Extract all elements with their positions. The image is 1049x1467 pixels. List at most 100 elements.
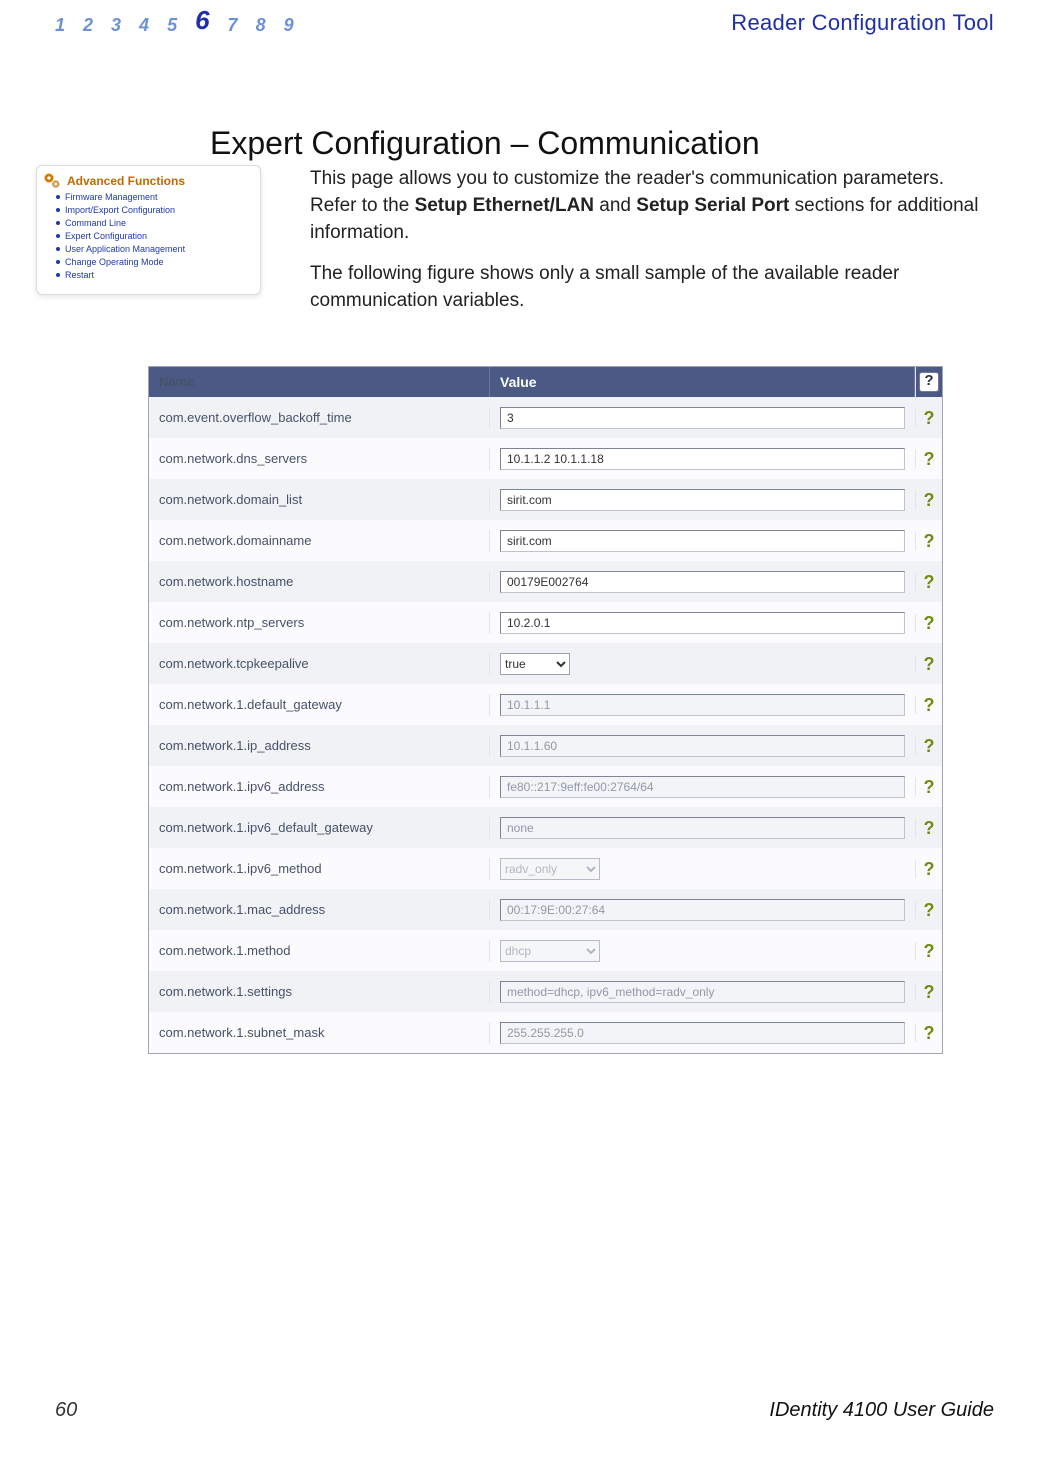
table-row: com.network.dns_servers? [149, 438, 942, 479]
table-row: com.network.1.default_gateway? [149, 684, 942, 725]
footer-guide: IDentity 4100 User Guide [769, 1399, 994, 1422]
chapter-tab-5[interactable]: 5 [167, 15, 177, 36]
chapter-tab-2[interactable]: 2 [83, 15, 93, 36]
table-row: com.network.1.ipv6_default_gateway? [149, 807, 942, 848]
help-icon[interactable]: ? [924, 655, 935, 673]
table-row: com.network.tcpkeepalive true? [149, 643, 942, 684]
param-name: com.network.1.ipv6_address [149, 779, 489, 794]
chapter-tab-3[interactable]: 3 [111, 15, 121, 36]
help-icon[interactable]: ? [924, 942, 935, 960]
param-input[interactable] [500, 612, 905, 634]
sidebar-item[interactable]: Import/Export Configuration [67, 204, 250, 217]
table-row: com.network.domainname? [149, 520, 942, 561]
table-row: com.network.1.ipv6_address? [149, 766, 942, 807]
table-row: com.network.ntp_servers? [149, 602, 942, 643]
table-row: com.event.overflow_backoff_time? [149, 397, 942, 438]
param-input: radv_only [500, 858, 600, 880]
param-input[interactable] [500, 448, 905, 470]
param-name: com.network.1.subnet_mask [149, 1025, 489, 1040]
chapter-tab-9[interactable]: 9 [284, 15, 294, 36]
help-icon[interactable]: ? [924, 696, 935, 714]
param-input [500, 694, 905, 716]
advanced-functions-panel: Advanced Functions Firmware ManagementIm… [36, 165, 261, 295]
intro-bold-1: Setup Ethernet/LAN [415, 195, 594, 216]
param-name: com.event.overflow_backoff_time [149, 410, 489, 425]
param-input: dhcp [500, 940, 600, 962]
help-icon[interactable]: ? [924, 778, 935, 796]
intro-p1b: and [594, 195, 636, 216]
sidebar-item[interactable]: User Application Management [67, 243, 250, 256]
document-title: Reader Configuration Tool [731, 10, 994, 36]
sidebar-item[interactable]: Restart [67, 269, 250, 282]
param-input[interactable] [500, 571, 905, 593]
page-number: 60 [55, 1399, 77, 1422]
table-row: com.network.1.settings? [149, 971, 942, 1012]
table-row: com.network.domain_list? [149, 479, 942, 520]
header-name: Name [149, 367, 489, 397]
chapter-tab-4[interactable]: 4 [139, 15, 149, 36]
guide-prefix: ID [769, 1399, 789, 1421]
sidebar-item[interactable]: Change Operating Mode [67, 256, 250, 269]
table-row: com.network.hostname? [149, 561, 942, 602]
param-input[interactable] [500, 407, 905, 429]
table-header: Name Value ? [149, 367, 942, 397]
chapter-tab-6[interactable]: 6 [195, 5, 209, 36]
param-input [500, 776, 905, 798]
help-icon[interactable]: ? [924, 901, 935, 919]
config-table: Name Value ? com.event.overflow_backoff_… [148, 366, 943, 1054]
section-heading: Expert Configuration – Communication [210, 125, 760, 162]
help-icon[interactable]: ? [924, 1024, 935, 1042]
table-row: com.network.1.ipv6_method radv_only? [149, 848, 942, 889]
param-name: com.network.dns_servers [149, 451, 489, 466]
help-icon[interactable]: ? [924, 737, 935, 755]
guide-em: entity [789, 1399, 837, 1421]
help-icon[interactable]: ? [924, 860, 935, 878]
param-name: com.network.1.ipv6_method [149, 861, 489, 876]
param-name: com.network.hostname [149, 574, 489, 589]
help-all-icon[interactable]: ? [919, 372, 939, 392]
param-input[interactable] [500, 489, 905, 511]
param-input [500, 735, 905, 757]
param-name: com.network.1.ipv6_default_gateway [149, 820, 489, 835]
intro-p2: The following figure shows only a small … [310, 263, 899, 311]
param-input[interactable] [500, 530, 905, 552]
intro-text: This page allows you to customize the re… [310, 165, 989, 314]
param-name: com.network.domainname [149, 533, 489, 548]
intro-bold-2: Setup Serial Port [636, 195, 789, 216]
sidebar-item[interactable]: Expert Configuration [67, 230, 250, 243]
param-name: com.network.1.ip_address [149, 738, 489, 753]
param-name: com.network.ntp_servers [149, 615, 489, 630]
help-icon[interactable]: ? [924, 491, 935, 509]
table-row: com.network.1.mac_address? [149, 889, 942, 930]
param-input [500, 1022, 905, 1044]
param-input [500, 817, 905, 839]
chapter-tabs: 123456789 [55, 5, 294, 36]
param-name: com.network.domain_list [149, 492, 489, 507]
help-icon[interactable]: ? [924, 532, 935, 550]
gear-icon [43, 172, 61, 190]
table-row: com.network.1.subnet_mask? [149, 1012, 942, 1053]
param-name: com.network.tcpkeepalive [149, 656, 489, 671]
param-input [500, 981, 905, 1003]
help-icon[interactable]: ? [924, 614, 935, 632]
param-input [500, 899, 905, 921]
table-row: com.network.1.ip_address? [149, 725, 942, 766]
help-icon[interactable]: ? [924, 409, 935, 427]
param-input[interactable]: true [500, 653, 570, 675]
help-icon[interactable]: ? [924, 819, 935, 837]
header-value: Value [489, 367, 915, 397]
chapter-tab-1[interactable]: 1 [55, 15, 65, 36]
guide-suffix: 4100 User Guide [837, 1399, 994, 1421]
param-name: com.network.1.method [149, 943, 489, 958]
sidebar-item[interactable]: Firmware Management [67, 191, 250, 204]
help-icon[interactable]: ? [924, 450, 935, 468]
chapter-tab-7[interactable]: 7 [228, 15, 238, 36]
table-row: com.network.1.method dhcp? [149, 930, 942, 971]
sidebar-item[interactable]: Command Line [67, 217, 250, 230]
param-name: com.network.1.default_gateway [149, 697, 489, 712]
param-name: com.network.1.mac_address [149, 902, 489, 917]
chapter-tab-8[interactable]: 8 [256, 15, 266, 36]
help-icon[interactable]: ? [924, 573, 935, 591]
help-icon[interactable]: ? [924, 983, 935, 1001]
param-name: com.network.1.settings [149, 984, 489, 999]
